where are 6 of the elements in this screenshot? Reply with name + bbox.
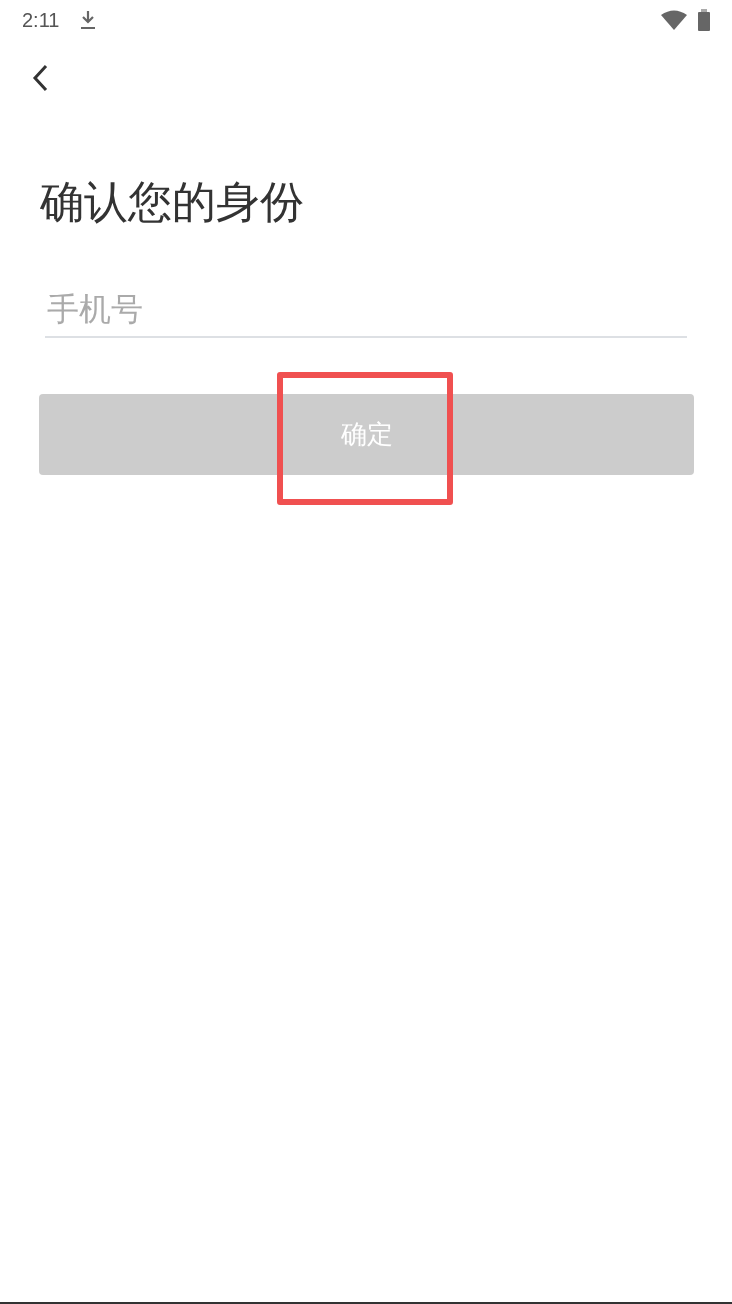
- wifi-icon: [660, 10, 688, 30]
- page-title: 确认您的身份: [40, 175, 305, 229]
- download-icon: [79, 10, 98, 30]
- battery-icon: [698, 9, 710, 31]
- status-time: 2:11: [22, 8, 60, 32]
- back-icon[interactable]: [32, 64, 48, 92]
